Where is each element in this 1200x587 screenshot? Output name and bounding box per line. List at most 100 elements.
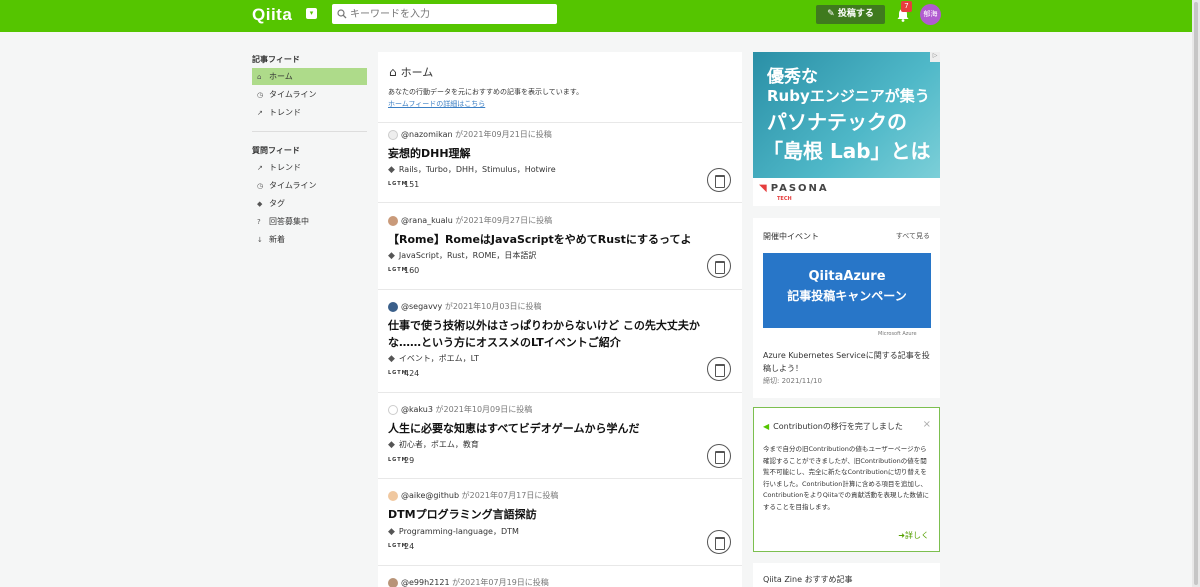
trend-icon: ↗ xyxy=(257,109,263,117)
article-author[interactable]: @kaku3 が2021年10月09日に投稿 xyxy=(388,404,532,415)
ad-choices-icon[interactable]: ▷ xyxy=(930,52,940,62)
sidebar-item-label: 新着 xyxy=(269,235,285,244)
question-feed-heading: 質問フィード xyxy=(252,146,300,155)
lgtm-logo: LGTM xyxy=(388,370,408,376)
lgtm-count: 160 xyxy=(404,266,420,275)
tag-list[interactable]: Rails，Turbo，DHH，Stimulus，Hotwire xyxy=(399,165,556,174)
article-title[interactable]: 仕事で使う技術以外はさっぱりわからないけど この先大丈夫かな……という方にオスス… xyxy=(388,317,718,351)
post-date: が2021年07月19日に投稿 xyxy=(452,578,549,587)
lgtm-count: 151 xyxy=(404,180,420,189)
megaphone-icon: ◀ xyxy=(763,422,770,431)
notice-title: ◀ Contributionの移行を完了しました xyxy=(763,421,903,432)
tag-icon: ◆ xyxy=(388,251,395,261)
page-title: ⌂ ホーム xyxy=(389,64,433,80)
scrollbar-thumb[interactable] xyxy=(1194,2,1198,585)
article-title[interactable]: 人生に必要な知恵はすべてビデオゲームから学んだ xyxy=(388,420,718,437)
tag-list[interactable]: 初心者，ポエム，教育 xyxy=(399,440,479,449)
sidebar-item-trend[interactable]: ↗ トレンド xyxy=(252,104,367,121)
post-date: が2021年09月27日に投稿 xyxy=(455,216,553,225)
pasona-brand: PASONA xyxy=(770,183,829,194)
stock-button[interactable] xyxy=(707,357,731,381)
stock-button[interactable] xyxy=(707,444,731,468)
home-icon: ⌂ xyxy=(257,73,262,81)
events-title: 開催中イベント xyxy=(763,232,819,241)
article-author[interactable]: @segavvy が2021年10月03日に投稿 xyxy=(388,301,542,312)
question-icon: ? xyxy=(257,218,261,226)
article-lgtm: LGTM151 xyxy=(388,180,419,189)
article-author[interactable]: @e99h2121 が2021年07月19日に投稿 xyxy=(388,577,549,587)
notice-more-label: 詳しく xyxy=(905,531,929,540)
sponsor-logo: Microsoft Azure xyxy=(878,331,917,337)
search-input[interactable] xyxy=(350,4,550,24)
tag-list[interactable]: イベント，ポエム，LT xyxy=(399,354,479,363)
tag-icon: ◆ xyxy=(388,527,395,537)
sidebar-item-label: トレンド xyxy=(269,108,301,117)
home-feed-detail-link[interactable]: ホームフィードの詳細はこちら xyxy=(388,99,485,109)
close-icon[interactable]: × xyxy=(923,419,931,430)
ad-line: パソナテックの xyxy=(767,110,907,134)
post-button[interactable]: ✎ 投稿する xyxy=(816,5,885,24)
sidebar-item-question-timeline[interactable]: ◷ タイムライン xyxy=(252,177,367,194)
arrow-circle-icon: ➜ xyxy=(898,531,905,540)
tag-icon: ◆ xyxy=(388,165,395,175)
article-lgtm: LGTM24 xyxy=(388,542,414,551)
article-divider xyxy=(378,392,742,393)
home-description: あなたの行動データを元におすすめの記事を表示しています。 xyxy=(388,88,584,96)
author-name[interactable]: @rana_kualu xyxy=(401,216,453,225)
avatar xyxy=(388,301,398,312)
trend-icon: ↗ xyxy=(257,164,263,172)
post-date: が2021年10月09日に投稿 xyxy=(435,405,533,414)
advertisement[interactable]: ▷ 優秀な Rubyエンジニアが集う パソナテックの 「島根 Lab」とは ◥ P… xyxy=(753,52,940,206)
event-banner[interactable]: QiitaAzure 記事投稿キャンペーン xyxy=(763,253,931,328)
stock-button[interactable] xyxy=(707,168,731,192)
sort-icon: ↓ xyxy=(257,236,263,244)
post-date: が2021年09月21日に投稿 xyxy=(455,130,552,139)
sidebar-item-tags[interactable]: ◆ タグ xyxy=(252,195,367,212)
author-name[interactable]: @e99h2121 xyxy=(401,578,450,587)
article-author[interactable]: @aike@github が2021年07月17日に投稿 xyxy=(388,490,558,501)
zine-title: Qiita Zine おすすめ記事 xyxy=(763,575,853,584)
search-box[interactable] xyxy=(332,4,557,24)
stock-button[interactable] xyxy=(707,530,731,554)
article-author[interactable]: @nazomikan が2021年09月21日に投稿 xyxy=(388,129,552,140)
sidebar-item-open-questions[interactable]: ? 回答募集中 xyxy=(252,213,367,230)
logo-dropdown-icon[interactable]: ▾ xyxy=(306,8,317,19)
sidebar-item-label: トレンド xyxy=(269,163,301,172)
article-author[interactable]: @rana_kualu が2021年09月27日に投稿 xyxy=(388,215,552,226)
lgtm-count: 24 xyxy=(404,542,415,551)
ad-banner[interactable]: ▷ 優秀な Rubyエンジニアが集う パソナテックの 「島根 Lab」とは xyxy=(753,52,940,178)
sidebar-item-newest[interactable]: ↓ 新着 xyxy=(252,231,367,248)
tag-list[interactable]: Programming-language，DTM xyxy=(399,527,519,536)
author-name[interactable]: @segavvy xyxy=(401,302,442,311)
home-icon: ⌂ xyxy=(389,65,397,79)
notice-body: 今まで自分の旧Contributionの値もユーザーページから確認することができ… xyxy=(763,445,929,511)
article-title[interactable]: 【Rome】RomeはJavaScriptをやめてRustにするってよ xyxy=(388,231,718,248)
tag-list[interactable]: JavaScript，Rust，ROME，日本語訳 xyxy=(399,251,537,260)
qiita-logo[interactable]: Qiita xyxy=(252,5,292,25)
sidebar-item-label: タイムライン xyxy=(269,90,317,99)
home-feed: ⌂ ホーム あなたの行動データを元におすすめの記事を表示しています。 ホームフィー… xyxy=(378,52,742,587)
author-name[interactable]: @kaku3 xyxy=(401,405,433,414)
pasona-logo: ◥ PASONA xyxy=(759,183,829,194)
sidebar-item-timeline[interactable]: ◷ タイムライン xyxy=(252,86,367,103)
sidebar-item-home[interactable]: ⌂ ホーム xyxy=(252,68,367,85)
qiita-zine-panel: Qiita Zine おすすめ記事 xyxy=(753,563,940,587)
stock-button[interactable] xyxy=(707,254,731,278)
ad-line: Rubyエンジニアが集う xyxy=(767,87,930,105)
pasona-sub: TECH xyxy=(777,196,792,202)
event-name[interactable]: Azure Kubernetes Serviceに関する記事を投稿しよう！ xyxy=(763,349,933,375)
lgtm-logo: LGTM xyxy=(388,181,408,187)
events-see-all-link[interactable]: すべて見る xyxy=(896,231,930,241)
article-title[interactable]: 妄想的DHH理解 xyxy=(388,145,718,162)
notice-more-link[interactable]: ➜詳しく xyxy=(898,530,929,541)
author-name[interactable]: @aike@github xyxy=(401,491,459,500)
author-name[interactable]: @nazomikan xyxy=(401,130,453,139)
article-lgtm: LGTM160 xyxy=(388,266,419,275)
tag-icon: ◆ xyxy=(388,440,395,450)
sidebar-item-question-trend[interactable]: ↗ トレンド xyxy=(252,159,367,176)
article-title[interactable]: DTMプログラミング言語探訪 xyxy=(388,506,718,523)
tag-icon: ◆ xyxy=(257,200,263,208)
events-panel: 開催中イベント すべて見る QiitaAzure 記事投稿キャンペーン Micr… xyxy=(753,218,940,398)
notice-title-text: Contributionの移行を完了しました xyxy=(773,422,903,431)
user-avatar[interactable]: 郁海 xyxy=(920,4,941,25)
